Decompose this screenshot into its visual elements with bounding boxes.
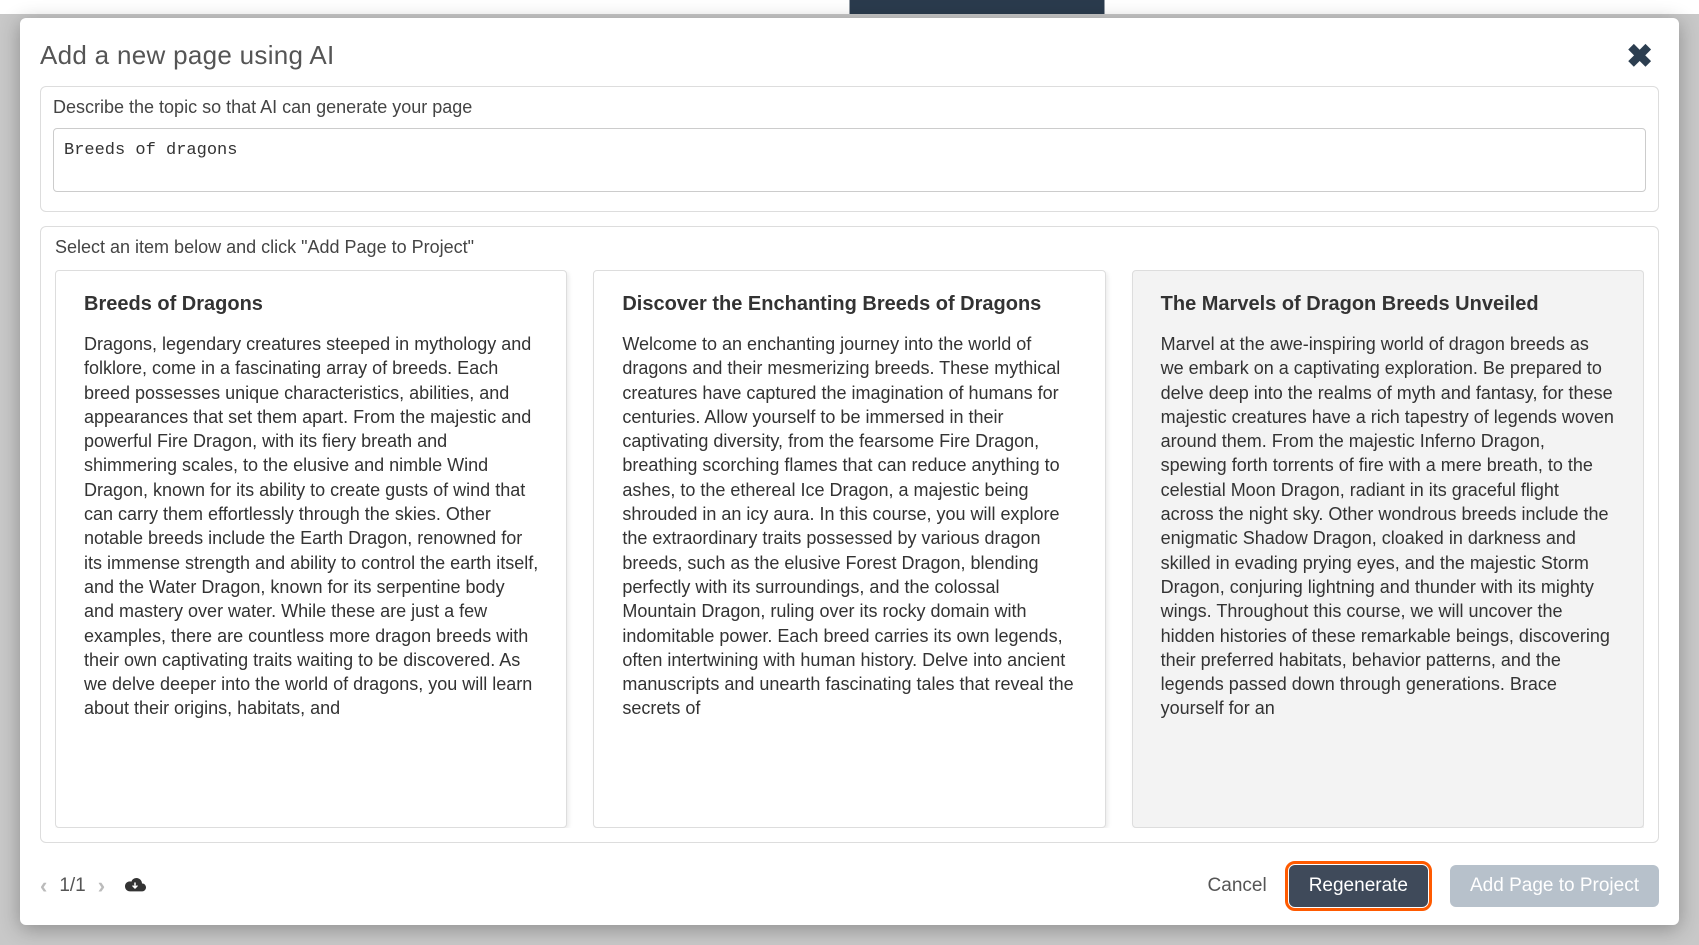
describe-label: Describe the topic so that AI can genera…	[53, 97, 1646, 118]
card-title: Discover the Enchanting Breeds of Dragon…	[622, 293, 1076, 316]
select-label: Select an item below and click "Add Page…	[55, 237, 1644, 258]
card-body: Marvel at the awe-inspiring world of dra…	[1161, 332, 1615, 721]
topic-input[interactable]	[53, 128, 1646, 192]
suggestion-card-2[interactable]: The Marvels of Dragon Breeds Unveiled Ma…	[1132, 270, 1644, 828]
select-section: Select an item below and click "Add Page…	[40, 226, 1659, 843]
cards-row: Breeds of Dragons Dragons, legendary cre…	[55, 270, 1644, 828]
card-title: Breeds of Dragons	[84, 293, 538, 316]
close-icon[interactable]: ✖	[1620, 40, 1659, 72]
regenerate-button[interactable]: Regenerate	[1289, 865, 1428, 907]
download-cloud-icon[interactable]	[123, 873, 147, 899]
card-body: Dragons, legendary creatures steeped in …	[84, 332, 538, 721]
suggestion-card-0[interactable]: Breeds of Dragons Dragons, legendary cre…	[55, 270, 567, 828]
next-page-icon[interactable]: ›	[98, 873, 105, 899]
modal-footer: ‹ 1/1 › Cancel Regenerate Add Page to Pr…	[40, 843, 1659, 907]
card-body: Welcome to an enchanting journey into th…	[622, 332, 1076, 721]
cancel-button[interactable]: Cancel	[1208, 875, 1267, 897]
footer-buttons: Cancel Regenerate Add Page to Project	[1208, 865, 1659, 907]
suggestion-card-1[interactable]: Discover the Enchanting Breeds of Dragon…	[593, 270, 1105, 828]
add-page-button[interactable]: Add Page to Project	[1450, 865, 1659, 907]
ai-page-modal: Add a new page using AI ✖ Describe the t…	[20, 18, 1679, 925]
describe-section: Describe the topic so that AI can genera…	[40, 86, 1659, 212]
modal-title: Add a new page using AI	[40, 40, 335, 71]
card-title: The Marvels of Dragon Breeds Unveiled	[1161, 293, 1615, 316]
prev-page-icon[interactable]: ‹	[40, 873, 47, 899]
pager: ‹ 1/1 ›	[40, 873, 147, 899]
modal-header: Add a new page using AI ✖	[40, 40, 1659, 72]
page-indicator: 1/1	[59, 875, 85, 897]
